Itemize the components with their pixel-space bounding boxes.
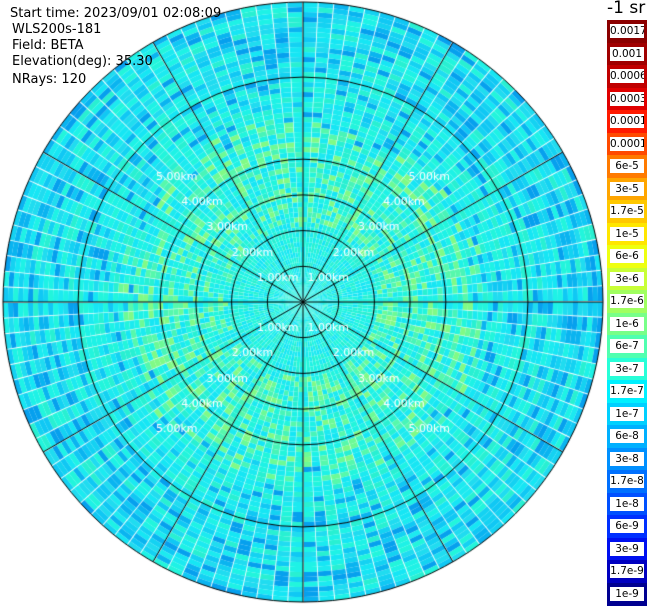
colorbar-tick-label: 1e-5 [610, 226, 644, 241]
field-label: Field: BETA [12, 38, 84, 53]
colorbar-tick-label: 6e-7 [610, 339, 644, 354]
colorbar-tick-label: 0.0001 [610, 136, 644, 151]
colorbar-tick-label: 3e-6 [610, 271, 644, 286]
elevation-label: Elevation(deg): 35.30 [12, 54, 153, 69]
colorbar-tick-label: 6e-9 [610, 519, 644, 534]
colorbar-tick-label: 3e-5 [610, 181, 644, 196]
colorbar-tick-label: 1e-9 [610, 586, 644, 601]
colorbar-tick-label: 1.7e-8 [610, 474, 644, 489]
colorbar-tick-label: 6e-6 [610, 249, 644, 264]
colorbar-units-title: -1 sr [607, 0, 646, 18]
colorbar-tick-label: 0.001 [610, 46, 644, 61]
colorbar-tick-label: 1.7e-7 [610, 384, 644, 399]
colorbar-tick-label: 0.0003 [610, 91, 644, 106]
colorbar-tick-label: 1.7e-5 [610, 204, 644, 219]
colorbar-tick-label: 3e-9 [610, 541, 644, 556]
colorbar-tick-label: 1e-7 [610, 406, 644, 421]
colorbar-tick-label: 1.7e-6 [610, 294, 644, 309]
colorbar-tick-label: 1e-6 [610, 316, 644, 331]
ppi-scan-plot [0, 0, 607, 607]
colorbar-tick-label: 1.7e-9 [610, 564, 644, 579]
start-time-label: Start time: 2023/09/01 02:08:09 [10, 6, 222, 21]
nrays-label: NRays: 120 [12, 72, 87, 87]
colorbar: 0.0017 0.001 0.0006 0.0003 0.00017 0.0001 6e-5… [607, 20, 647, 606]
colorbar-tick-label: 6e-5 [610, 159, 644, 174]
colorbar-tick-label: 0.00017 [610, 114, 644, 129]
colorbar-tick-label: 0.0006 [610, 69, 644, 84]
colorbar-tick-label: 3e-7 [610, 361, 644, 376]
colorbar-tick-label: 6e-8 [610, 429, 644, 444]
colorbar-tick-label: 0.0017 [610, 24, 644, 39]
colorbar-tick-label: 1e-8 [610, 496, 644, 511]
colorbar-tick-label: 3e-8 [610, 451, 644, 466]
instrument-label: WLS200s-181 [12, 22, 102, 37]
